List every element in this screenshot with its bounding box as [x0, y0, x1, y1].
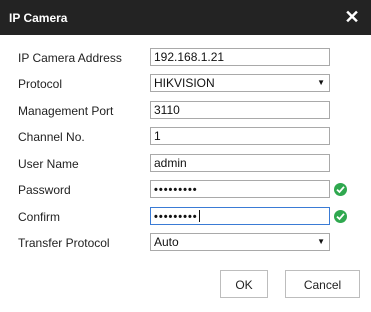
management-port-label: Management Port — [18, 104, 114, 118]
check-circle-icon — [334, 183, 347, 196]
user-name-input[interactable]: admin — [150, 154, 330, 172]
password-label: Password — [18, 183, 71, 197]
password-value: ••••••••• — [154, 184, 198, 196]
dropdown-arrow-icon: ▼ — [317, 237, 325, 246]
confirm-input[interactable]: ••••••••• — [150, 207, 330, 225]
dropdown-arrow-icon: ▼ — [317, 78, 325, 87]
channel-no-input[interactable]: 1 — [150, 127, 330, 145]
row-protocol: Protocol HIKVISION ▼ — [0, 74, 371, 94]
transfer-protocol-select[interactable]: Auto ▼ — [150, 233, 330, 251]
row-ip-camera-address: IP Camera Address 192.168.1.21 — [0, 48, 371, 68]
channel-no-label: Channel No. — [18, 130, 85, 144]
channel-no-value: 1 — [154, 129, 161, 143]
protocol-select[interactable]: HIKVISION ▼ — [150, 74, 330, 92]
cancel-button[interactable]: Cancel — [285, 270, 360, 298]
management-port-value: 3110 — [154, 103, 180, 117]
check-circle-icon — [334, 210, 347, 223]
ok-button[interactable]: OK — [220, 270, 268, 298]
protocol-label: Protocol — [18, 77, 63, 91]
row-password: Password ••••••••• — [0, 180, 371, 200]
row-user-name: User Name admin — [0, 154, 371, 174]
close-icon[interactable]: ✕ — [343, 8, 361, 26]
user-name-value: admin — [154, 156, 187, 170]
dialog-title: IP Camera — [9, 11, 68, 25]
transfer-protocol-value: Auto — [154, 235, 179, 249]
text-caret — [198, 210, 200, 222]
user-name-label: User Name — [18, 157, 79, 171]
protocol-value: HIKVISION — [154, 76, 215, 90]
row-management-port: Management Port 3110 — [0, 101, 371, 121]
management-port-input[interactable]: 3110 — [150, 101, 330, 119]
ip-camera-address-value: 192.168.1.21 — [154, 50, 225, 64]
password-input[interactable]: ••••••••• — [150, 180, 330, 198]
dialog-titlebar: IP Camera ✕ — [0, 0, 371, 35]
row-channel-no: Channel No. 1 — [0, 127, 371, 147]
confirm-label: Confirm — [18, 210, 61, 224]
transfer-protocol-label: Transfer Protocol — [18, 236, 110, 250]
ip-camera-address-label: IP Camera Address — [18, 51, 122, 65]
row-confirm: Confirm ••••••••• — [0, 207, 371, 227]
ip-camera-address-input[interactable]: 192.168.1.21 — [150, 48, 330, 66]
confirm-value: ••••••••• — [154, 211, 198, 223]
row-transfer-protocol: Transfer Protocol Auto ▼ — [0, 233, 371, 253]
